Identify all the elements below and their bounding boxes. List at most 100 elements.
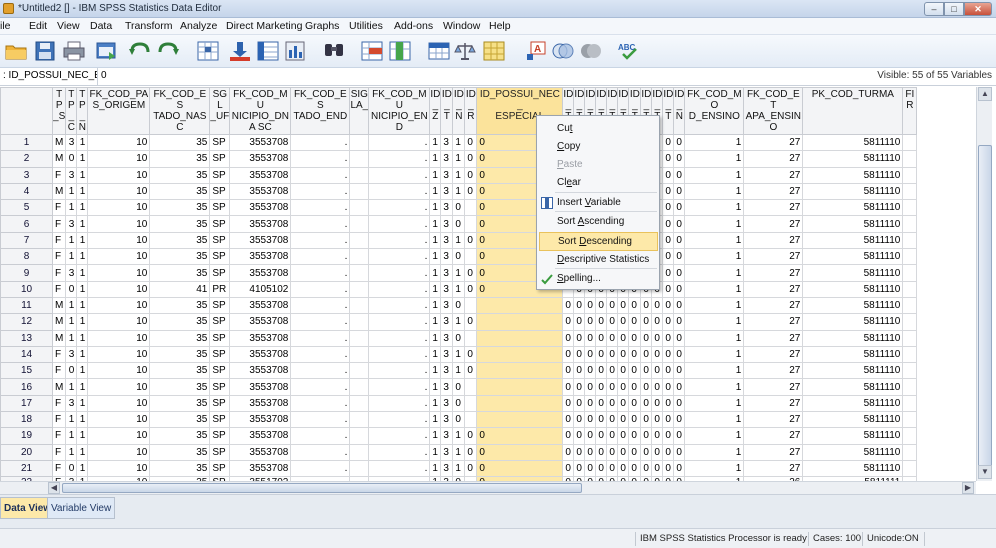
data-cell[interactable]: 0 bbox=[651, 459, 664, 478]
data-cell[interactable]: 0 bbox=[662, 411, 675, 429]
data-cell[interactable]: 0 bbox=[464, 166, 478, 184]
data-cell[interactable]: 5811110 bbox=[802, 329, 904, 347]
data-cell[interactable]: 3553708 bbox=[229, 313, 292, 331]
data-cell[interactable]: . bbox=[290, 215, 351, 233]
data-cell[interactable]: 0 bbox=[617, 329, 630, 347]
data-cell[interactable]: 0 bbox=[662, 313, 675, 331]
data-cell[interactable]: 0 bbox=[628, 329, 642, 347]
scroll-right-arrow[interactable]: ▶ bbox=[962, 482, 974, 494]
data-cell[interactable]: 35 bbox=[149, 345, 211, 364]
data-cell[interactable]: 0 bbox=[584, 459, 597, 478]
data-cell[interactable]: 0 bbox=[476, 443, 564, 461]
data-cell[interactable]: . bbox=[368, 199, 431, 217]
data-cell[interactable]: F bbox=[51, 166, 67, 184]
data-cell[interactable]: 0 bbox=[595, 394, 608, 413]
data-cell[interactable]: 0 bbox=[573, 296, 586, 315]
data-cell[interactable]: 0 bbox=[464, 443, 478, 461]
data-cell[interactable]: 3 bbox=[440, 199, 454, 217]
data-cell[interactable]: 3 bbox=[440, 443, 454, 461]
data-cell[interactable]: 1 bbox=[452, 443, 466, 461]
data-cell[interactable] bbox=[476, 313, 564, 331]
data-cell[interactable]: F bbox=[51, 264, 67, 282]
data-cell[interactable]: 0 bbox=[562, 362, 575, 380]
data-cell[interactable]: . bbox=[368, 166, 431, 184]
data-cell[interactable]: M bbox=[51, 182, 67, 201]
data-cell[interactable]: . bbox=[290, 427, 351, 445]
data-cell[interactable]: 1 bbox=[684, 264, 745, 282]
data-cell[interactable]: 0 bbox=[595, 329, 608, 347]
data-cell[interactable]: . bbox=[368, 427, 431, 445]
data-cell[interactable]: 0 bbox=[584, 411, 597, 429]
data-cell[interactable]: 0 bbox=[584, 427, 597, 445]
spell-check-icon[interactable]: ABC bbox=[617, 40, 641, 62]
data-cell[interactable]: 0 bbox=[562, 329, 575, 347]
data-cell[interactable]: 10 bbox=[87, 182, 151, 201]
data-cell[interactable]: 0 bbox=[662, 345, 675, 364]
data-cell[interactable]: 0 bbox=[562, 345, 575, 364]
print-icon[interactable] bbox=[62, 40, 86, 62]
data-cell[interactable]: 35 bbox=[149, 329, 211, 347]
data-cell[interactable]: F bbox=[51, 345, 67, 364]
data-cell[interactable]: 0 bbox=[617, 394, 630, 413]
data-cell[interactable]: . bbox=[368, 296, 431, 315]
data-cell[interactable]: 3 bbox=[440, 459, 454, 478]
weight-cases-icon[interactable] bbox=[453, 40, 477, 62]
data-cell[interactable]: 35 bbox=[149, 150, 211, 168]
data-cell[interactable]: . bbox=[368, 362, 431, 380]
data-cell[interactable]: 0 bbox=[606, 411, 619, 429]
data-cell[interactable]: 0 bbox=[628, 313, 642, 331]
data-cell[interactable]: 41 bbox=[149, 280, 211, 298]
data-cell[interactable]: 0 bbox=[584, 394, 597, 413]
data-cell[interactable]: M bbox=[51, 296, 67, 315]
data-cell[interactable]: 3 bbox=[440, 248, 454, 266]
data-cell[interactable]: 4105102 bbox=[229, 280, 292, 298]
data-cell[interactable]: 10 bbox=[87, 459, 151, 478]
data-cell[interactable]: 0 bbox=[584, 329, 597, 347]
data-cell[interactable]: . bbox=[368, 345, 431, 364]
data-cell[interactable]: 5811110 bbox=[802, 264, 904, 282]
row-number[interactable]: 1 bbox=[0, 133, 53, 152]
data-cell[interactable]: 0 bbox=[617, 296, 630, 315]
row-number[interactable]: 12 bbox=[0, 313, 53, 331]
data-cell[interactable]: 1 bbox=[452, 150, 466, 168]
data-cell[interactable]: 0 bbox=[673, 296, 686, 315]
data-cell[interactable]: 1 bbox=[76, 459, 89, 478]
data-cell[interactable]: 35 bbox=[149, 133, 211, 152]
data-cell[interactable]: 1 bbox=[452, 166, 466, 184]
data-cell[interactable]: 0 bbox=[640, 394, 653, 413]
data-cell[interactable]: 27 bbox=[743, 199, 804, 217]
data-cell[interactable]: 0 bbox=[606, 459, 619, 478]
data-cell[interactable]: SP bbox=[209, 166, 231, 184]
data-cell[interactable]: 3 bbox=[440, 264, 454, 282]
data-cell[interactable]: 27 bbox=[743, 215, 804, 233]
data-cell[interactable]: 1 bbox=[684, 166, 745, 184]
data-cell[interactable]: 0 bbox=[640, 362, 653, 380]
data-cell[interactable]: 1 bbox=[429, 199, 442, 217]
data-cell[interactable] bbox=[349, 411, 370, 429]
data-cell[interactable]: 0 bbox=[606, 362, 619, 380]
data-cell[interactable]: 0 bbox=[662, 443, 675, 461]
data-cell[interactable]: 1 bbox=[65, 248, 78, 266]
data-cell[interactable]: 5811110 bbox=[802, 313, 904, 331]
data-cell[interactable]: 10 bbox=[87, 378, 151, 396]
data-cell[interactable] bbox=[902, 394, 918, 413]
data-cell[interactable]: 0 bbox=[673, 459, 686, 478]
data-cell[interactable]: 3553708 bbox=[229, 394, 292, 413]
context-menu-copy[interactable]: Copy bbox=[539, 138, 658, 157]
data-cell[interactable]: 27 bbox=[743, 362, 804, 380]
insert-variable-icon[interactable] bbox=[388, 40, 412, 62]
data-cell[interactable]: 5811110 bbox=[802, 394, 904, 413]
row-number[interactable]: 2 bbox=[0, 150, 53, 168]
redo-icon[interactable] bbox=[156, 40, 180, 62]
data-cell[interactable]: 0 bbox=[606, 427, 619, 445]
data-cell[interactable]: 1 bbox=[65, 411, 78, 429]
data-cell[interactable] bbox=[349, 345, 370, 364]
data-cell[interactable]: 1 bbox=[452, 182, 466, 201]
data-cell[interactable]: 1 bbox=[76, 264, 89, 282]
data-cell[interactable]: 27 bbox=[743, 459, 804, 478]
data-cell[interactable]: . bbox=[290, 280, 351, 298]
data-cell[interactable] bbox=[349, 313, 370, 331]
data-cell[interactable]: 0 bbox=[617, 378, 630, 396]
tab-variable-view[interactable]: Variable View bbox=[47, 497, 116, 519]
data-cell[interactable]: 1 bbox=[684, 459, 745, 478]
